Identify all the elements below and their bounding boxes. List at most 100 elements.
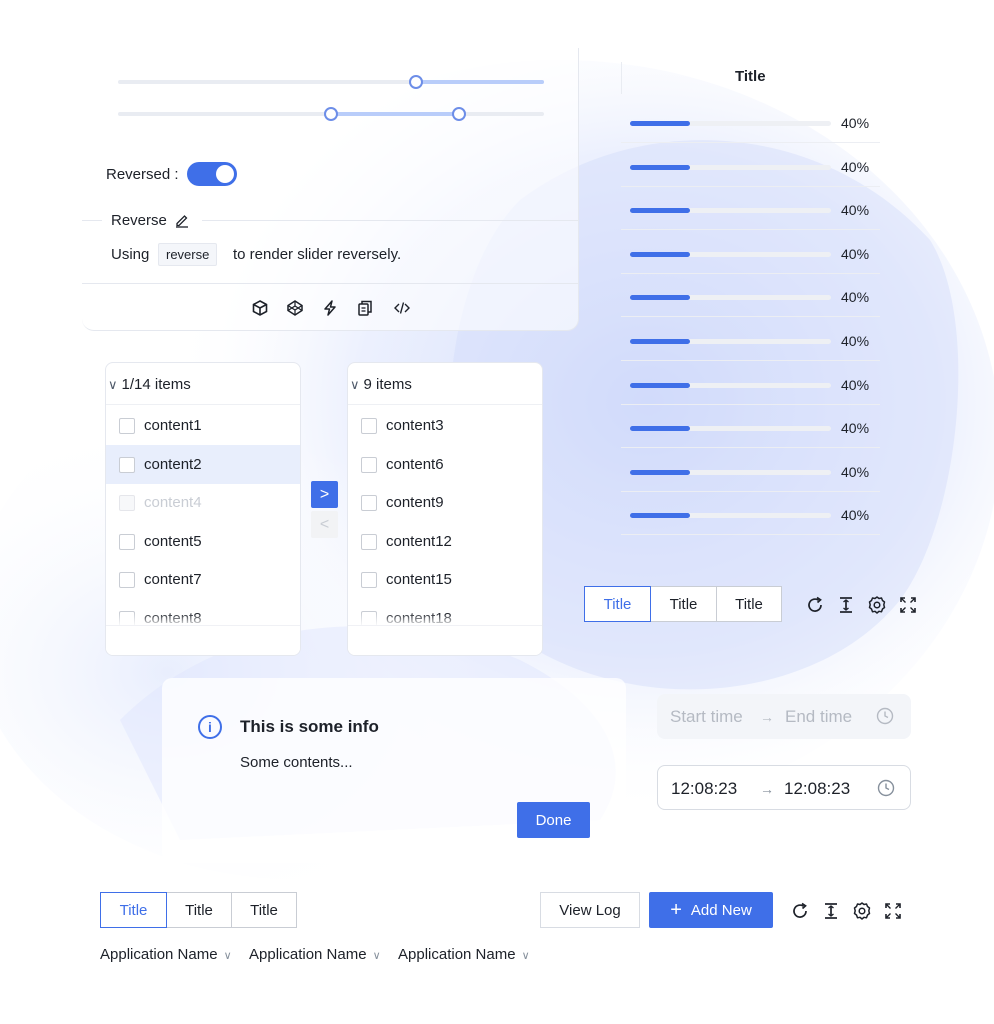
segmented-option[interactable]: Title — [650, 586, 717, 622]
progress-label: 40% — [841, 245, 870, 262]
checkbox[interactable] — [361, 456, 377, 473]
checkbox[interactable] — [361, 572, 377, 589]
progress-fill — [630, 295, 691, 301]
progress-label: 40% — [841, 463, 870, 480]
chevron-left-icon: < — [319, 515, 330, 533]
done-button[interactable]: Done — [517, 802, 590, 838]
progress-row: 40% — [621, 187, 880, 231]
progress-label: 40% — [841, 115, 870, 131]
progress-fill — [630, 469, 691, 475]
settings-icon[interactable] — [867, 595, 887, 615]
codepen-icon[interactable] — [286, 299, 304, 317]
doc-text-after: to render slider reversely. — [233, 246, 402, 263]
transfer-item-label: content7 — [144, 571, 202, 589]
segmented-option[interactable]: Title — [166, 892, 232, 928]
progress-row: 40% — [621, 100, 880, 143]
refresh-icon[interactable] — [790, 901, 810, 921]
start-time-value[interactable]: 12:08:23 — [671, 779, 737, 799]
transfer-source-footer — [106, 625, 300, 655]
settings-icon[interactable] — [852, 901, 872, 921]
progress-row: 40% — [621, 405, 880, 449]
codesandbox-icon[interactable] — [251, 299, 269, 317]
transfer-list-item[interactable]: content12 — [348, 522, 542, 561]
filter-application-name-3[interactable]: Application Name ∨ — [398, 946, 530, 963]
transfer-to-right-button[interactable]: > — [311, 481, 338, 508]
progress-label: 40% — [841, 202, 870, 219]
transfer-item-label: content4 — [144, 494, 202, 512]
transfer-list-item[interactable]: content15 — [348, 560, 542, 599]
time-range-picker-empty[interactable]: Start time → End time — [657, 694, 911, 739]
progress-fill — [630, 513, 691, 519]
refresh-icon[interactable] — [805, 595, 825, 615]
fullscreen-icon[interactable] — [883, 901, 903, 921]
transfer-item-label: content2 — [144, 455, 202, 473]
transfer-list-item[interactable]: content7 — [106, 560, 300, 599]
progress-fill — [630, 382, 691, 388]
transfer-list-item[interactable]: content3 — [348, 406, 542, 445]
checkbox[interactable] — [361, 533, 377, 550]
filter-application-name-2[interactable]: Application Name ∨ — [249, 946, 381, 963]
end-time-placeholder[interactable]: End time — [785, 707, 852, 727]
progress-label: 40% — [841, 289, 870, 306]
progress-label: 40% — [841, 333, 870, 349]
transfer-list-item[interactable]: content5 — [106, 522, 300, 561]
filter-application-name-1[interactable]: Application Name ∨ — [100, 946, 232, 963]
transfer-list-item[interactable]: content9 — [348, 483, 542, 522]
transfer-target-header[interactable]: ∨ 9 items — [348, 363, 542, 405]
progress-fill — [630, 121, 691, 126]
checkbox[interactable] — [119, 572, 135, 589]
chevron-down-icon[interactable]: ∨ — [108, 377, 118, 393]
checkbox[interactable] — [119, 533, 135, 550]
copy-icon[interactable] — [356, 299, 374, 317]
progress-track — [630, 513, 831, 519]
segmented-option[interactable]: Title — [584, 586, 651, 622]
progress-label: 40% — [841, 376, 870, 393]
view-log-button[interactable]: View Log — [540, 892, 640, 928]
fullscreen-icon[interactable] — [898, 595, 918, 615]
density-icon[interactable] — [821, 901, 841, 921]
transfer-to-left-button[interactable]: < — [311, 511, 338, 538]
add-new-button[interactable]: + Add New — [649, 892, 773, 928]
plus-icon: + — [670, 899, 682, 921]
start-time-placeholder[interactable]: Start time — [670, 707, 743, 727]
progress-track — [630, 164, 831, 170]
switch-knob — [216, 165, 234, 183]
modal-body: Some contents... — [240, 754, 353, 771]
doc-heading: Reverse — [111, 212, 167, 229]
chevron-down-icon[interactable]: ∨ — [350, 377, 360, 393]
progress-track — [630, 251, 831, 257]
progress-track — [630, 208, 831, 214]
code-icon[interactable] — [393, 299, 411, 317]
progress-fill — [630, 164, 691, 170]
transfer-list-item[interactable]: content6 — [348, 445, 542, 484]
segmented-option[interactable]: Title — [231, 892, 297, 928]
checkbox[interactable] — [361, 418, 377, 434]
checkbox — [119, 495, 135, 512]
doc-divider-right — [202, 220, 579, 221]
edit-icon[interactable] — [174, 212, 190, 228]
checkbox[interactable] — [361, 495, 377, 512]
density-icon[interactable] — [836, 595, 856, 615]
transfer-list-item[interactable]: content2 — [106, 444, 300, 484]
transfer-item-label: content3 — [386, 417, 444, 434]
range-slider-thumb-start[interactable] — [324, 107, 338, 121]
transfer-list-item[interactable]: content1 — [106, 406, 300, 445]
transfer-item-label: content15 — [386, 571, 452, 589]
transfer-source-count: 1/14 items — [121, 376, 191, 393]
slider-demo-card: Reversed : Reverse Using reverse to rend… — [82, 48, 579, 331]
progress-label: 40% — [841, 507, 870, 524]
checkbox[interactable] — [119, 456, 135, 473]
progress-row: 40% — [621, 274, 880, 318]
transfer-source-header[interactable]: ∨ 1/14 items — [106, 363, 300, 405]
segmented-option[interactable]: Title — [100, 892, 167, 928]
segmented-option[interactable]: Title — [716, 586, 782, 622]
checkbox[interactable] — [119, 418, 135, 434]
filter-label: Application Name — [100, 946, 218, 963]
lightning-icon[interactable] — [321, 299, 339, 317]
range-slider-thumb-end[interactable] — [451, 107, 466, 121]
slider-thumb[interactable] — [409, 75, 424, 89]
doc-text-before: Using — [111, 246, 150, 263]
end-time-value[interactable]: 12:08:23 — [784, 779, 850, 799]
reversed-switch[interactable] — [187, 162, 237, 186]
time-range-picker-filled[interactable]: 12:08:23 → 12:08:23 — [657, 765, 911, 810]
